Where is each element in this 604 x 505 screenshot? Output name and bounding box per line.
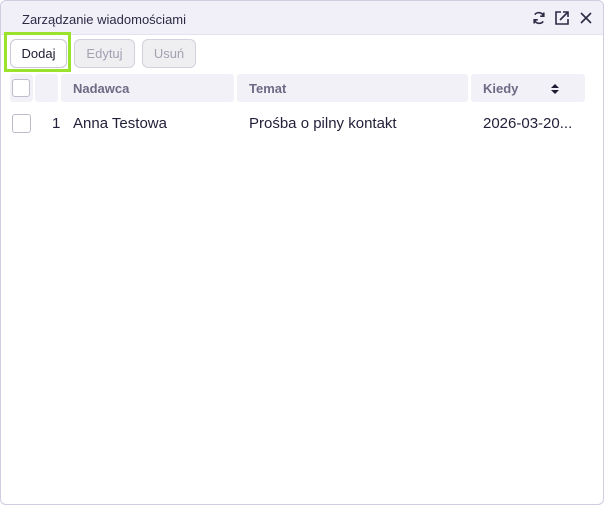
table-header: Nadawca Temat Kiedy xyxy=(10,74,586,102)
row-index: 1 xyxy=(52,114,61,132)
row-checkbox[interactable] xyxy=(12,114,31,133)
column-header-subject[interactable]: Temat xyxy=(237,74,468,102)
window-title: Zarządzanie wiadomościami xyxy=(22,12,187,27)
select-all-checkbox[interactable] xyxy=(12,79,30,97)
column-header-when[interactable]: Kiedy xyxy=(471,74,585,102)
row-sender: Anna Testowa xyxy=(73,114,167,132)
add-button[interactable]: Dodaj xyxy=(10,39,67,68)
table-row[interactable]: 1 Anna Testowa Prośba o pilny kontakt 20… xyxy=(10,107,586,139)
delete-button[interactable]: Usuń xyxy=(142,39,196,68)
column-header-sender[interactable]: Nadawca xyxy=(61,74,234,102)
row-when: 2026-03-20... xyxy=(483,114,573,132)
popout-icon[interactable] xyxy=(554,10,570,26)
header-index-cell xyxy=(35,74,58,102)
refresh-icon[interactable] xyxy=(531,10,547,26)
column-header-sender-label: Nadawca xyxy=(73,80,130,96)
message-manager-window: Zarządzanie wiadomościami Dodaj Edytuj U xyxy=(0,0,604,505)
window-titlebar: Zarządzanie wiadomościami xyxy=(1,1,603,35)
edit-button[interactable]: Edytuj xyxy=(74,39,135,68)
row-subject: Prośba o pilny kontakt xyxy=(249,114,397,132)
sort-icon[interactable] xyxy=(550,83,560,95)
header-select-cell xyxy=(10,74,33,102)
column-header-when-label: Kiedy xyxy=(483,80,519,96)
close-icon[interactable] xyxy=(578,10,594,26)
column-header-subject-label: Temat xyxy=(249,80,287,96)
